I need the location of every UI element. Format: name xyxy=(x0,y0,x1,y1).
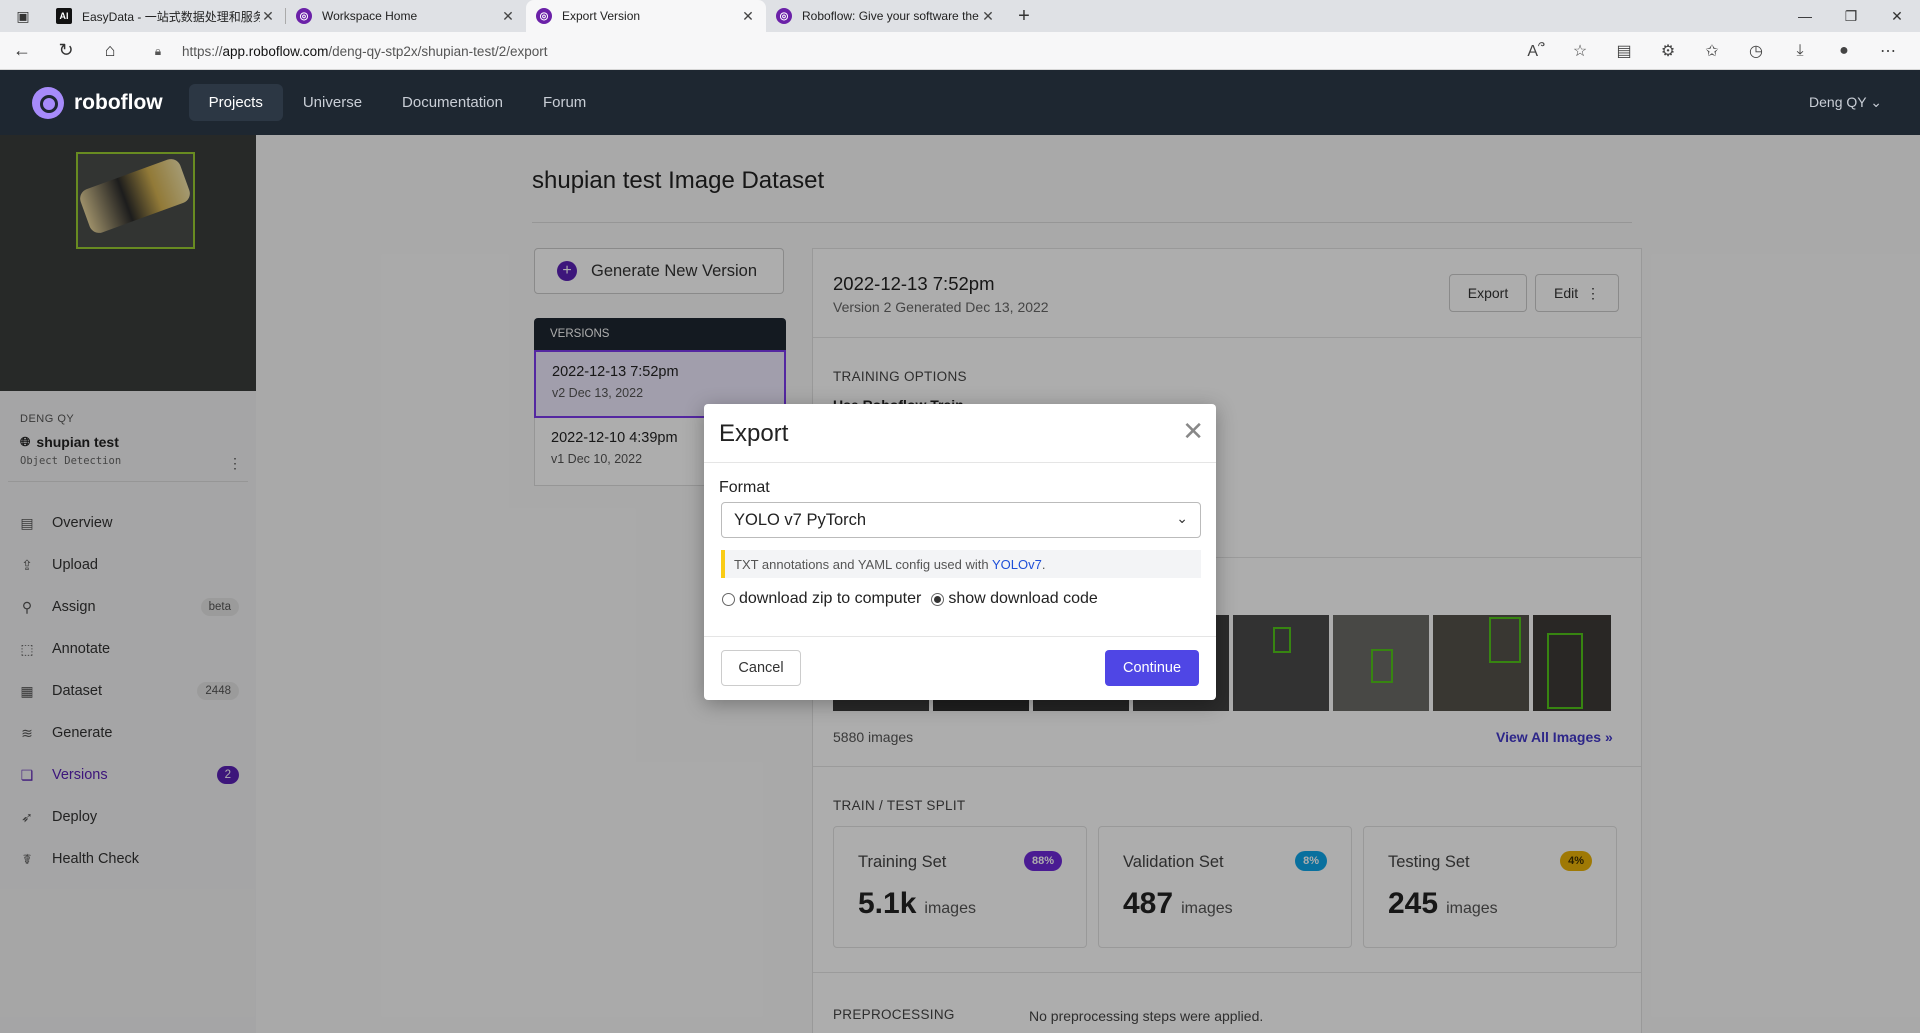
nav-forum[interactable]: Forum xyxy=(523,84,606,121)
browser-toolbar: A՞ ☆ ▤ ⚙ ✩ ◷ ⤓ ● ⋯ xyxy=(1514,32,1910,70)
read-aloud-icon[interactable]: A՞ xyxy=(1514,41,1558,61)
modal-divider xyxy=(704,462,1216,463)
chevron-down-icon: ⌄ xyxy=(1870,94,1882,110)
close-tab-icon[interactable]: ✕ xyxy=(980,8,996,25)
minimize-icon[interactable]: — xyxy=(1782,0,1828,32)
close-icon[interactable]: ✕ xyxy=(1182,416,1204,447)
favorites-icon[interactable]: ✩ xyxy=(1690,41,1734,61)
hint-text: TXT annotations and YAML config used wit… xyxy=(734,557,992,572)
new-tab-icon[interactable]: + xyxy=(1006,5,1042,28)
close-tab-icon[interactable]: ✕ xyxy=(500,8,516,25)
window-controls: — ❐ ✕ xyxy=(1782,0,1920,32)
nav-universe[interactable]: Universe xyxy=(283,84,382,121)
format-selected-value: YOLO v7 PyTorch xyxy=(734,510,867,529)
home-icon[interactable]: ⌂ xyxy=(88,40,132,61)
tab-title: Workspace Home xyxy=(322,9,418,23)
radio-show-code[interactable] xyxy=(931,592,945,606)
yolov7-link[interactable]: YOLOv7 xyxy=(992,557,1042,572)
lock-icon[interactable]: 🔒︎ xyxy=(146,44,170,59)
profile-avatar-icon[interactable]: ● xyxy=(1822,42,1866,60)
roboflow-favicon-icon: ◎ xyxy=(776,8,792,24)
refresh-icon[interactable]: ↻ xyxy=(44,40,88,61)
export-modal: Export ✕ Format YOLO v7 PyTorch ⌄ TXT an… xyxy=(704,404,1216,700)
radio-zip-label[interactable]: download zip to computer xyxy=(739,590,921,608)
more-menu-icon[interactable]: ⋯ xyxy=(1866,41,1910,61)
url-prefix: https:// xyxy=(182,43,223,59)
tab-title: Roboflow: Give your software the xyxy=(802,9,979,23)
browser-tab-easydata[interactable]: AI EasyData - 一站式数据处理和服务 ✕ xyxy=(46,0,286,32)
user-name: Deng QY xyxy=(1809,94,1867,110)
workspaces-icon[interactable]: ▣ xyxy=(0,0,46,32)
favorite-star-icon[interactable]: ☆ xyxy=(1558,41,1602,61)
roboflow-logo[interactable]: roboflow xyxy=(32,86,163,119)
close-tab-icon[interactable]: ✕ xyxy=(740,8,756,25)
restore-icon[interactable]: ❐ xyxy=(1828,0,1874,32)
download-options: download zip to computer show download c… xyxy=(722,590,1098,608)
close-tab-icon[interactable]: ✕ xyxy=(260,8,276,25)
modal-divider xyxy=(704,636,1216,637)
nav-projects[interactable]: Projects xyxy=(188,84,283,121)
close-window-icon[interactable]: ✕ xyxy=(1874,0,1920,32)
extensions-icon[interactable]: ⚙ xyxy=(1646,41,1690,61)
tab-title: Export Version xyxy=(562,9,641,23)
url-host: app.roboflow.com xyxy=(222,43,329,59)
chevron-down-icon: ⌄ xyxy=(1176,510,1188,526)
browser-tab-workspace-home[interactable]: ◎ Workspace Home ✕ xyxy=(286,0,526,32)
browser-tab-export-version[interactable]: ◎ Export Version ✕ xyxy=(526,0,766,32)
url-field[interactable]: 🔒︎ https://app.roboflow.com/deng-qy-stp2… xyxy=(146,37,1586,65)
cancel-button[interactable]: Cancel xyxy=(721,650,801,686)
nav-documentation[interactable]: Documentation xyxy=(382,84,523,121)
tab-title: EasyData - 一站式数据处理和服务 xyxy=(82,9,260,24)
continue-button[interactable]: Continue xyxy=(1105,650,1199,686)
roboflow-logo-icon xyxy=(32,86,64,119)
format-hint: TXT annotations and YAML config used wit… xyxy=(721,550,1201,578)
radio-download-zip[interactable] xyxy=(722,592,735,606)
reading-view-icon[interactable]: ▤ xyxy=(1602,41,1646,61)
modal-title: Export xyxy=(719,420,789,447)
logo-text: roboflow xyxy=(74,90,163,114)
format-select[interactable]: YOLO v7 PyTorch ⌄ xyxy=(721,502,1201,538)
roboflow-favicon-icon: ◎ xyxy=(296,8,312,24)
roboflow-favicon-icon: ◎ xyxy=(536,8,552,24)
browser-tab-bar: ▣ AI EasyData - 一站式数据处理和服务 ✕ ◎ Workspace… xyxy=(0,0,1920,32)
radio-code-label[interactable]: show download code xyxy=(948,590,1097,608)
user-menu[interactable]: Deng QY ⌄ xyxy=(1809,94,1882,111)
hint-end: . xyxy=(1041,557,1046,572)
downloads-icon[interactable]: ⤓ xyxy=(1778,42,1822,60)
browser-tab-roboflow[interactable]: ◎ Roboflow: Give your software the ✕ xyxy=(766,0,1006,32)
url-path: /deng-qy-stp2x/shupian-test/2/export xyxy=(328,43,548,59)
easydata-favicon-icon: AI xyxy=(56,8,72,24)
address-bar-row: ← ↻ ⌂ 🔒︎ https://app.roboflow.com/deng-q… xyxy=(0,32,1920,70)
back-icon[interactable]: ← xyxy=(0,40,44,61)
format-label: Format xyxy=(719,479,770,496)
history-icon[interactable]: ◷ xyxy=(1734,41,1778,61)
app-header: roboflow Projects Universe Documentation… xyxy=(0,70,1920,135)
